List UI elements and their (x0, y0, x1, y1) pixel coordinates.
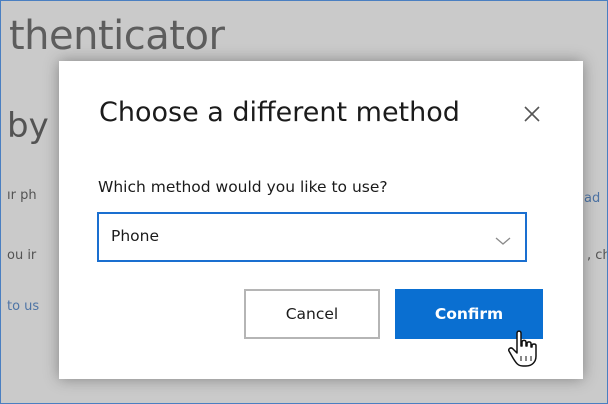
cancel-button[interactable]: Cancel (244, 289, 380, 339)
close-icon (524, 106, 540, 122)
method-select[interactable]: Phone (97, 212, 527, 262)
hand-pointer-icon (507, 329, 541, 373)
chevron-down-icon (495, 231, 511, 250)
method-field-label: Which method would you like to use? (98, 178, 388, 196)
app-window: thenticator by ır ph ou ir to us ad , ch… (0, 0, 608, 404)
choose-method-dialog: Choose a different method Which method w… (59, 61, 583, 379)
close-button[interactable] (519, 101, 545, 127)
method-select-value: Phone (111, 227, 160, 245)
dialog-title: Choose a different method (99, 97, 460, 128)
